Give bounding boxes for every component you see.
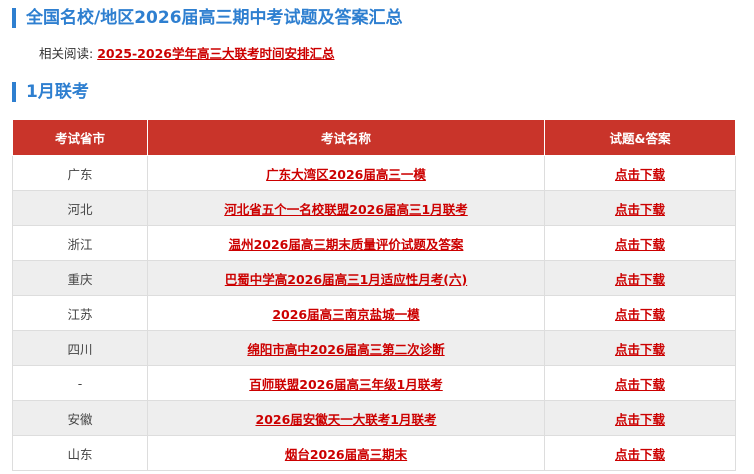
table-row: 河北 河北省五个一名校联盟2026届高三1月联考 点击下载 [12, 190, 736, 226]
table-row: 广东 广东大湾区2026届高三一模 点击下载 [12, 155, 736, 191]
related-reading: 相关阅读: 2025-2026学年高三大联考时间安排汇总 [39, 45, 334, 63]
exam-name-link[interactable]: 温州2026届高三期末质量评价试题及答案 [229, 237, 464, 252]
page-title: 全国名校/地区2026届高三期中考试题及答案汇总 [12, 8, 403, 28]
table-header-row: 考试省市 考试名称 试题&答案 [12, 119, 736, 156]
download-cell: 点击下载 [544, 190, 736, 226]
province-cell: 重庆 [12, 260, 148, 296]
download-link[interactable]: 点击下载 [615, 307, 665, 322]
exam-name-cell: 巴蜀中学高2026届高三1月适应性月考(六) [147, 260, 545, 296]
download-link[interactable]: 点击下载 [615, 377, 665, 392]
exam-table: 考试省市 考试名称 试题&答案 广东 广东大湾区2026届高三一模 点击下载 河北 河北… [12, 119, 736, 471]
download-link[interactable]: 点击下载 [615, 167, 665, 182]
download-cell: 点击下载 [544, 330, 736, 366]
province-cell: 江苏 [12, 295, 148, 331]
header-download: 试题&答案 [544, 119, 736, 156]
download-cell: 点击下载 [544, 365, 736, 401]
download-cell: 点击下载 [544, 435, 736, 471]
exam-name-cell: 温州2026届高三期末质量评价试题及答案 [147, 225, 545, 261]
download-cell: 点击下载 [544, 155, 736, 191]
exam-name-cell: 绵阳市高中2026届高三第二次诊断 [147, 330, 545, 366]
province-cell: - [12, 365, 148, 401]
download-link[interactable]: 点击下载 [615, 237, 665, 252]
download-link[interactable]: 点击下载 [615, 342, 665, 357]
province-cell: 四川 [12, 330, 148, 366]
related-label: 相关阅读: [39, 46, 94, 61]
download-cell: 点击下载 [544, 260, 736, 296]
province-cell: 安徽 [12, 400, 148, 436]
table-row: 安徽 2026届安徽天一大联考1月联考 点击下载 [12, 400, 736, 436]
table-row: 山东 烟台2026届高三期末 点击下载 [12, 435, 736, 471]
table-row: - 百师联盟2026届高三年级1月联考 点击下载 [12, 365, 736, 401]
exam-name-cell: 2026届安徽天一大联考1月联考 [147, 400, 545, 436]
exam-name-link[interactable]: 广东大湾区2026届高三一模 [266, 167, 426, 182]
exam-name-cell: 河北省五个一名校联盟2026届高三1月联考 [147, 190, 545, 226]
table-row: 江苏 2026届高三南京盐城一模 点击下载 [12, 295, 736, 331]
related-link[interactable]: 2025-2026学年高三大联考时间安排汇总 [97, 46, 334, 61]
header-province: 考试省市 [12, 119, 148, 156]
table-row: 浙江 温州2026届高三期末质量评价试题及答案 点击下载 [12, 225, 736, 261]
exam-name-cell: 烟台2026届高三期末 [147, 435, 545, 471]
header-exam-name: 考试名称 [147, 119, 545, 156]
exam-name-link[interactable]: 2026届安徽天一大联考1月联考 [256, 412, 437, 427]
download-link[interactable]: 点击下载 [615, 412, 665, 427]
exam-name-cell: 广东大湾区2026届高三一模 [147, 155, 545, 191]
download-link[interactable]: 点击下载 [615, 447, 665, 462]
exam-name-cell: 百师联盟2026届高三年级1月联考 [147, 365, 545, 401]
exam-name-link[interactable]: 绵阳市高中2026届高三第二次诊断 [247, 342, 444, 357]
exam-name-link[interactable]: 2026届高三南京盐城一模 [272, 307, 419, 322]
province-cell: 山东 [12, 435, 148, 471]
province-cell: 浙江 [12, 225, 148, 261]
section-title: 1月联考 [12, 82, 89, 102]
download-cell: 点击下载 [544, 295, 736, 331]
province-cell: 广东 [12, 155, 148, 191]
exam-name-link[interactable]: 河北省五个一名校联盟2026届高三1月联考 [224, 202, 468, 217]
download-link[interactable]: 点击下载 [615, 202, 665, 217]
exam-name-link[interactable]: 巴蜀中学高2026届高三1月适应性月考(六) [225, 272, 467, 287]
province-cell: 河北 [12, 190, 148, 226]
table-row: 四川 绵阳市高中2026届高三第二次诊断 点击下载 [12, 330, 736, 366]
exam-name-link[interactable]: 百师联盟2026届高三年级1月联考 [249, 377, 443, 392]
exam-name-link[interactable]: 烟台2026届高三期末 [285, 447, 407, 462]
download-cell: 点击下载 [544, 225, 736, 261]
table-row: 重庆 巴蜀中学高2026届高三1月适应性月考(六) 点击下载 [12, 260, 736, 296]
download-cell: 点击下载 [544, 400, 736, 436]
exam-name-cell: 2026届高三南京盐城一模 [147, 295, 545, 331]
download-link[interactable]: 点击下载 [615, 272, 665, 287]
